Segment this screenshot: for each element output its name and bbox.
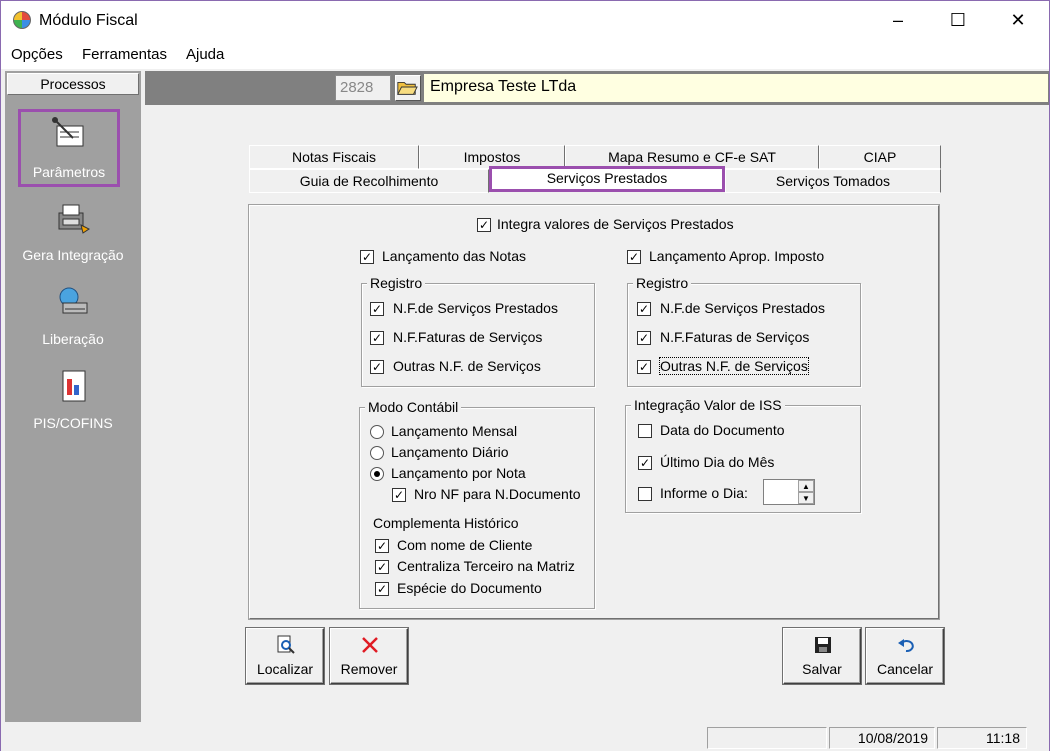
remover-label: Remover (340, 661, 398, 677)
lancamento-notas-label: Lançamento das Notas (382, 248, 526, 264)
sidebar-item-gera-integracao[interactable]: Gera Integração (9, 195, 137, 271)
radio-lancamento-por-nota[interactable] (370, 467, 384, 481)
menu-bar: Opções Ferramentas Ajuda (1, 41, 1049, 69)
lancamento-aprop-checkbox[interactable]: ✓ (627, 250, 641, 264)
cancelar-label: Cancelar (876, 661, 934, 677)
spin-down-button[interactable]: ▼ (798, 492, 814, 504)
sidebar-item-pis-cofins[interactable]: PIS/COFINS (9, 363, 137, 439)
tab-ciap[interactable]: CIAP (819, 145, 941, 169)
complementa-label-2: Centraliza Terceiro na Matriz (397, 558, 575, 574)
nro-nf-checkbox[interactable]: ✓ (392, 488, 406, 502)
spin-up-button[interactable]: ▲ (798, 480, 814, 492)
complementa-historico-title: Complementa Histórico (373, 515, 519, 531)
registro-left-label-3: Outras N.F. de Serviços (393, 358, 541, 374)
radio-lancamento-diario[interactable] (370, 446, 384, 460)
lancamento-aprop-label: Lançamento Aprop. Imposto (649, 248, 825, 264)
registro-left-checkbox-3[interactable]: ✓ (370, 360, 384, 374)
registro-right-checkbox-2[interactable]: ✓ (637, 331, 651, 345)
sidebar-header: Processos (7, 73, 139, 95)
iss-informe-dia-label: Informe o Dia: (660, 485, 748, 501)
sidebar-item-label: Gera Integração (22, 247, 124, 263)
title-bar: Módulo Fiscal – ☐ ✕ (1, 1, 1049, 41)
menu-ferramentas[interactable]: Ferramentas (82, 46, 167, 63)
company-code-field[interactable]: 2828 (335, 75, 391, 101)
registro-left-checkbox-2[interactable]: ✓ (370, 331, 384, 345)
iss-day-spinner[interactable]: ▲ ▼ (763, 479, 815, 505)
registro-left-label-2: N.F.Faturas de Serviços (393, 329, 543, 345)
salvar-button[interactable]: Salvar (783, 628, 861, 684)
sidebar-item-label: PIS/COFINS (33, 415, 113, 431)
iss-data-documento-checkbox[interactable] (638, 424, 652, 438)
iss-title: Integração Valor de ISS (631, 397, 785, 413)
company-bar: 2828 Empresa Teste LTda (145, 71, 1049, 105)
complementa-checkbox-1[interactable]: ✓ (375, 539, 389, 553)
salvar-label: Salvar (802, 661, 842, 677)
window-title: Módulo Fiscal (39, 12, 138, 29)
app-icon (13, 11, 31, 29)
tab-servicos-tomados[interactable]: Serviços Tomados (725, 169, 941, 193)
close-button[interactable]: ✕ (995, 5, 1041, 37)
tab-notas-fiscais[interactable]: Notas Fiscais (249, 145, 419, 169)
open-company-button[interactable] (395, 75, 421, 101)
registro-right-title: Registro (633, 275, 692, 291)
integration-icon (58, 204, 90, 234)
lancamento-notas-checkbox[interactable]: ✓ (360, 250, 374, 264)
status-bar: 10/08/2019 11:18 (1, 725, 1049, 751)
remove-icon (362, 637, 378, 653)
company-name-field[interactable]: Empresa Teste LTda (423, 73, 1049, 103)
iss-data-documento-label: Data do Documento (660, 422, 785, 438)
complementa-label-1: Com nome de Cliente (397, 537, 533, 553)
maximize-button[interactable]: ☐ (935, 5, 981, 37)
radio-lancamento-diario-label: Lançamento Diário (391, 444, 509, 460)
sidebar: Processos Parâmetros Gera Integração Lib… (5, 71, 141, 722)
sidebar-item-liberacao[interactable]: Liberação (9, 279, 137, 355)
localizar-label: Localizar (256, 661, 314, 677)
radio-lancamento-mensal[interactable] (370, 425, 384, 439)
integra-label: Integra valores de Serviços Prestados (497, 216, 734, 232)
radio-selected-dot (374, 471, 380, 477)
cancelar-button[interactable]: Cancelar (866, 628, 944, 684)
complementa-label-3: Espécie do Documento (397, 580, 542, 596)
localizar-button[interactable]: Localizar (246, 628, 324, 684)
registro-right-label-3: Outras N.F. de Serviços (659, 357, 809, 375)
sidebar-item-label: Liberação (42, 331, 104, 347)
integra-checkbox[interactable]: ✓ (477, 218, 491, 232)
release-icon (59, 287, 88, 314)
sidebar-item-parametros[interactable]: Parâmetros (18, 109, 120, 187)
registro-right-checkbox-3[interactable]: ✓ (637, 360, 651, 374)
iss-ultimo-dia-checkbox[interactable]: ✓ (638, 456, 652, 470)
pis-cofins-icon (62, 370, 86, 402)
iss-ultimo-dia-label: Último Dia do Mês (660, 454, 775, 470)
iss-informe-dia-checkbox[interactable] (638, 487, 652, 501)
remover-button[interactable]: Remover (330, 628, 408, 684)
registro-right-label-1: N.F.de Serviços Prestados (660, 300, 825, 316)
complementa-checkbox-3[interactable]: ✓ (375, 582, 389, 596)
status-cell-empty (707, 727, 827, 749)
registro-right-label-2: N.F.Faturas de Serviços (660, 329, 810, 345)
parameters-icon (52, 117, 84, 147)
registro-left-checkbox-1[interactable]: ✓ (370, 302, 384, 316)
modo-contabil-title: Modo Contábil (365, 399, 462, 415)
tab-servicos-prestados[interactable]: Serviços Prestados (489, 166, 725, 192)
folder-open-icon (397, 81, 418, 95)
radio-lancamento-por-nota-label: Lançamento por Nota (391, 465, 526, 481)
radio-lancamento-mensal-label: Lançamento Mensal (391, 423, 518, 439)
status-date: 10/08/2019 (829, 727, 935, 749)
status-time: 11:18 (937, 727, 1027, 749)
sidebar-item-label: Parâmetros (32, 164, 106, 180)
complementa-checkbox-2[interactable]: ✓ (375, 560, 389, 574)
menu-ajuda[interactable]: Ajuda (186, 46, 224, 63)
undo-icon (898, 639, 914, 653)
save-icon (815, 637, 831, 653)
menu-opcoes[interactable]: Opções (11, 46, 63, 63)
tab-guia-recolhimento[interactable]: Guia de Recolhimento (249, 169, 489, 193)
registro-left-label-1: N.F.de Serviços Prestados (393, 300, 558, 316)
registro-left-title: Registro (367, 275, 426, 291)
app-window: Módulo Fiscal – ☐ ✕ Opções Ferramentas A… (0, 0, 1050, 751)
minimize-button[interactable]: – (875, 5, 921, 37)
nro-nf-label: Nro NF para N.Documento (414, 486, 581, 502)
search-icon (277, 635, 295, 654)
registro-right-checkbox-1[interactable]: ✓ (637, 302, 651, 316)
